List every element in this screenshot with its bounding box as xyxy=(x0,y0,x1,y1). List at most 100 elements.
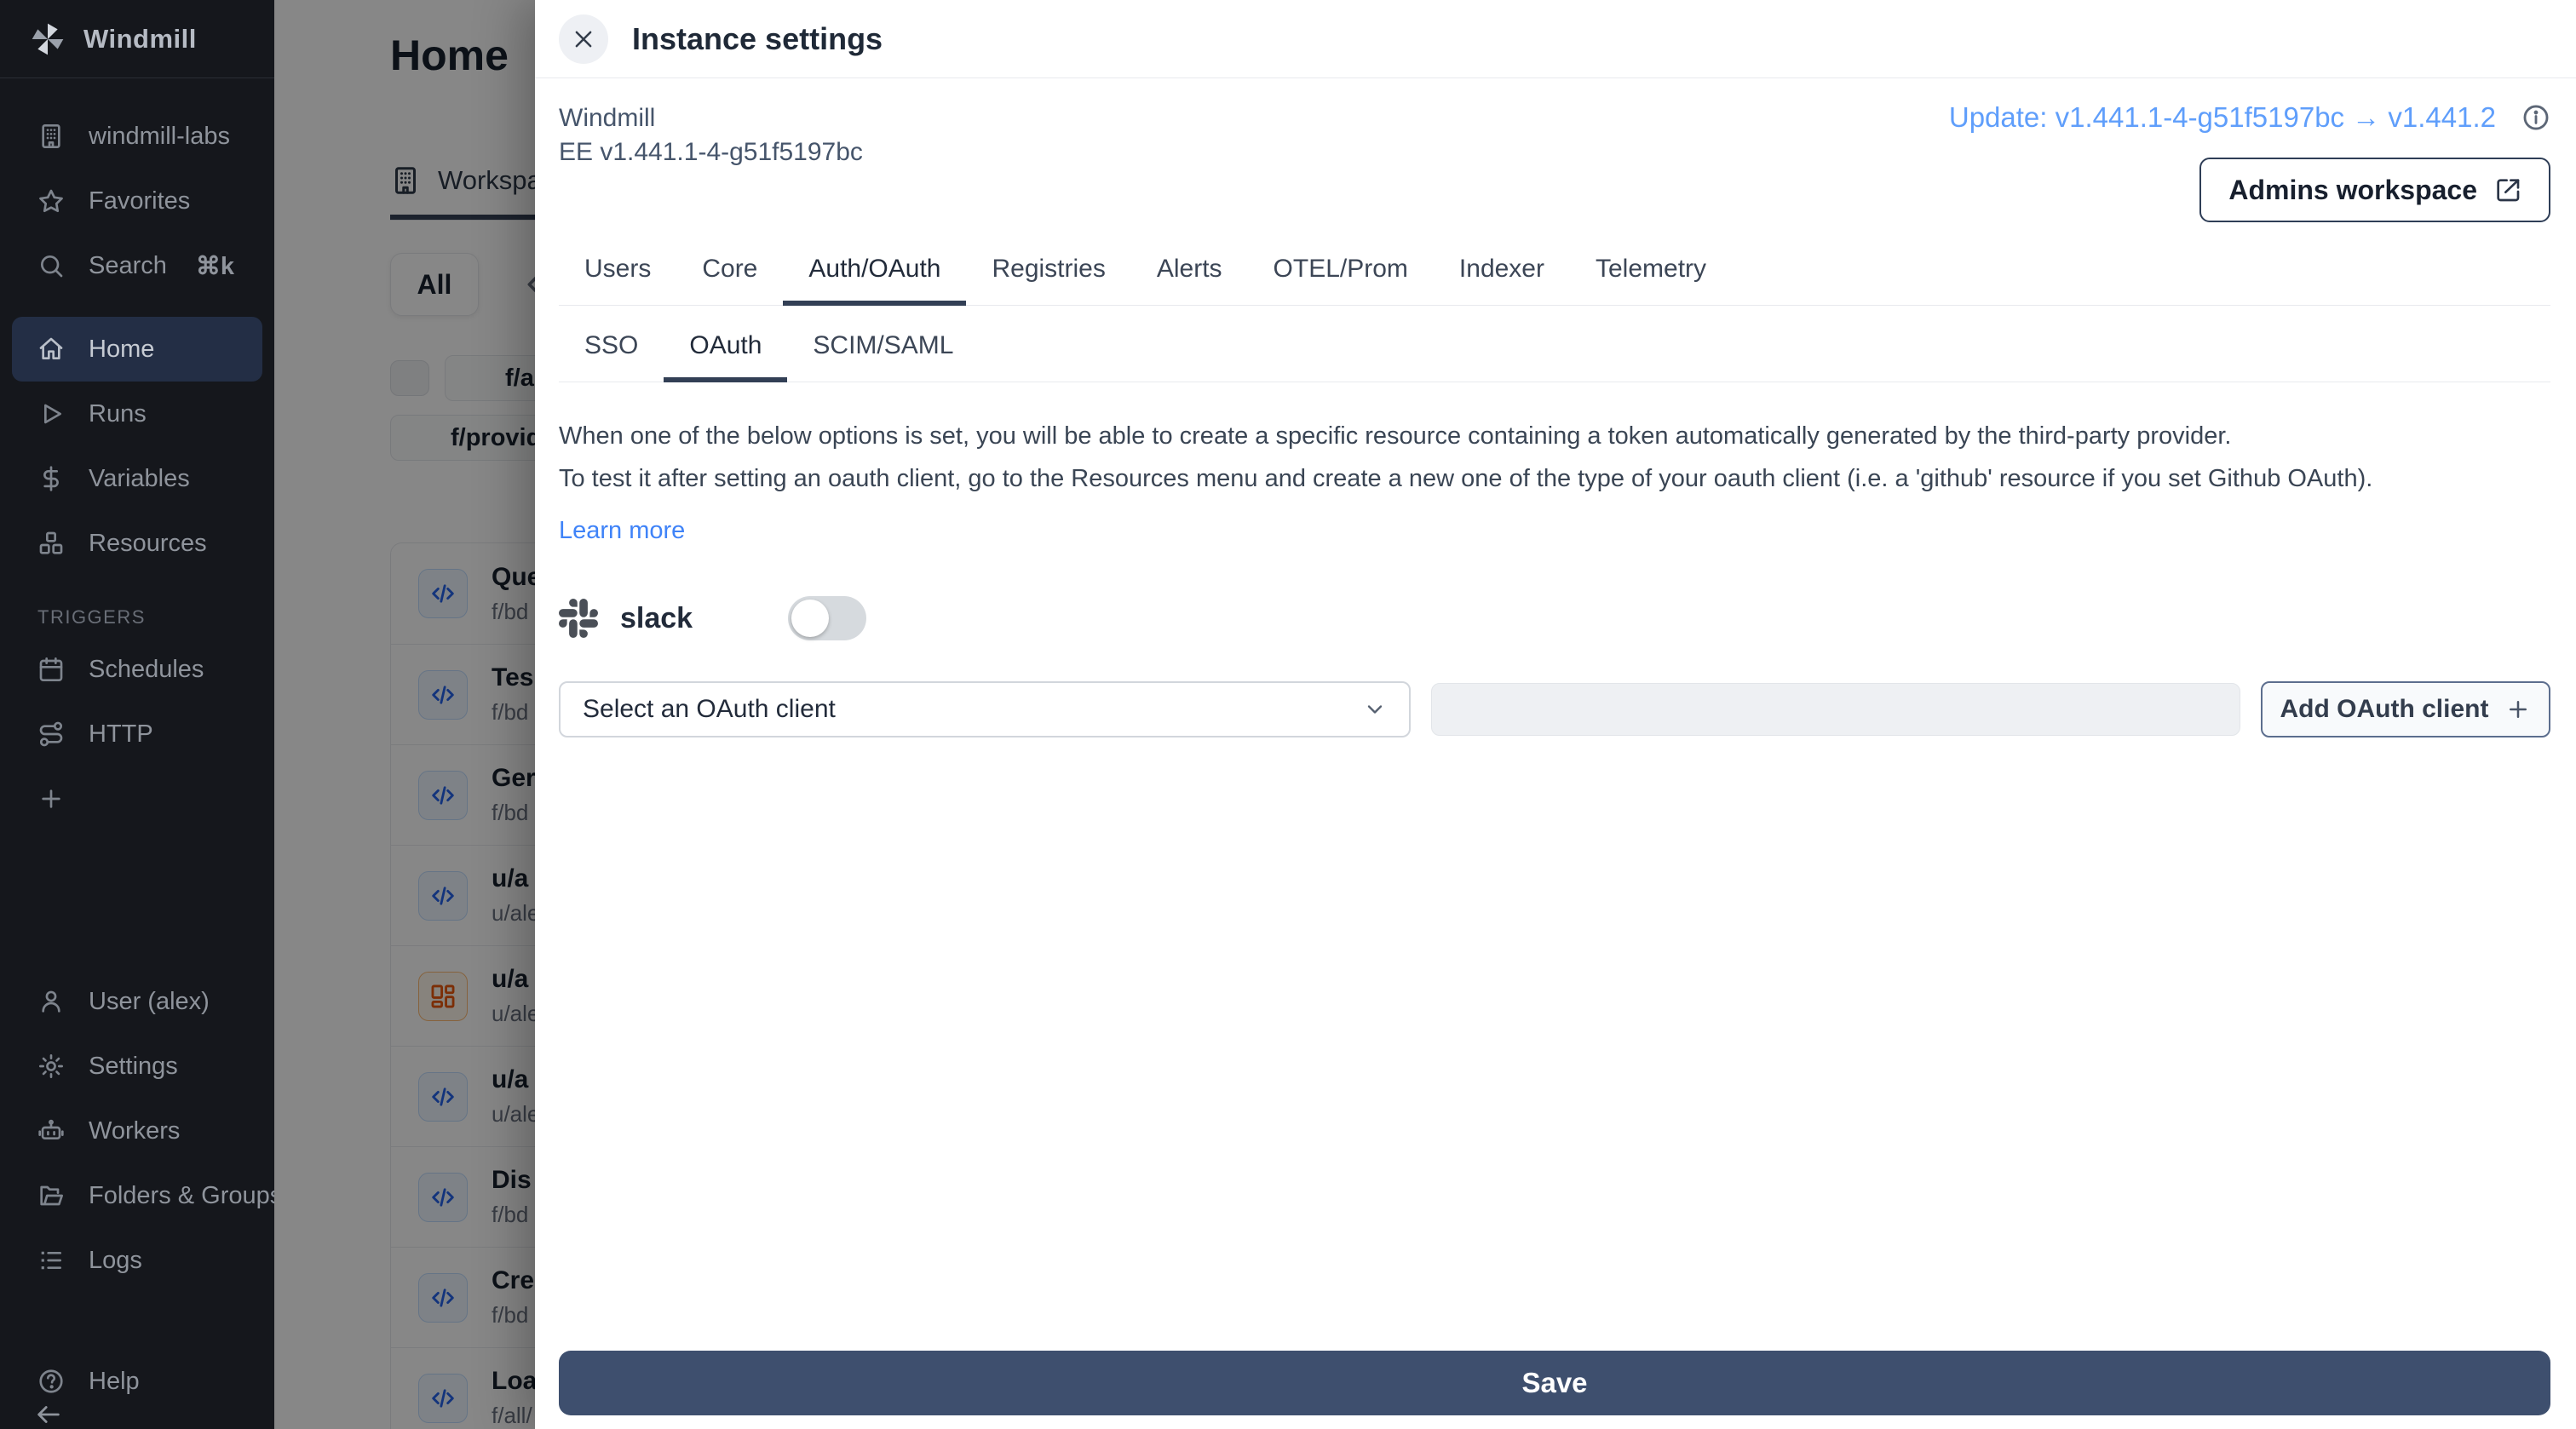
instance-version: EE v1.441.1-4-g51f5197bc xyxy=(559,138,863,166)
search-icon xyxy=(37,252,65,279)
sidebar-item-variables[interactable]: Variables xyxy=(0,446,274,511)
sidebar-item-http[interactable]: HTTP xyxy=(0,702,274,766)
runs-label: Runs xyxy=(89,399,147,428)
drawer-body: Windmill EE v1.441.1-4-g51f5197bc Update… xyxy=(535,79,2576,1429)
star-icon xyxy=(37,187,65,215)
folders-groups-label: Folders & Groups... xyxy=(89,1181,274,1209)
slack-icon xyxy=(559,599,598,638)
tab-otel-prom[interactable]: OTEL/Prom xyxy=(1248,255,1434,305)
update-link[interactable]: Update: v1.441.1-4-g51f5197bc → v1.441.2 xyxy=(1949,101,2496,134)
sidebar-item-home[interactable]: Home xyxy=(12,317,262,382)
external-link-icon xyxy=(2494,176,2521,204)
help-label: Help xyxy=(89,1367,140,1395)
tab-alerts[interactable]: Alerts xyxy=(1131,255,1248,305)
search-shortcut: ⌘k xyxy=(195,252,235,280)
plus-icon xyxy=(2505,697,2531,722)
sidebar-item-folders-groups[interactable]: Folders & Groups... xyxy=(0,1163,274,1228)
tab-registries[interactable]: Registries xyxy=(966,255,1130,305)
oauth-client-name-input[interactable] xyxy=(1431,683,2240,736)
oauth-client-select[interactable]: Select an OAuth client xyxy=(559,681,1411,737)
calendar-icon xyxy=(37,656,65,683)
tab-auth-oauth[interactable]: Auth/OAuth xyxy=(783,255,967,306)
play-icon xyxy=(37,400,65,428)
resources-label: Resources xyxy=(89,529,207,557)
sidebar-item-runs[interactable]: Runs xyxy=(0,382,274,446)
slack-row: slack xyxy=(559,596,2550,640)
settings-label: Settings xyxy=(89,1052,178,1080)
folder-open-icon xyxy=(37,1182,65,1209)
oauth-client-select-value: Select an OAuth client xyxy=(583,695,836,723)
home-label: Home xyxy=(89,335,155,363)
http-label: HTTP xyxy=(89,720,153,748)
dollar-icon xyxy=(37,465,65,492)
workers-label: Workers xyxy=(89,1116,181,1145)
oauth-description-line2: To test it after setting an oauth client… xyxy=(559,465,2373,492)
sidebar-item-help[interactable]: Help xyxy=(0,1356,274,1407)
sidebar-item-user[interactable]: User (alex) xyxy=(0,969,274,1034)
drawer-title: Instance settings xyxy=(632,20,883,56)
boxes-icon xyxy=(37,530,65,557)
workspace-name: windmill-labs xyxy=(89,122,230,150)
subtab-sso[interactable]: SSO xyxy=(559,331,664,382)
toggle-knob xyxy=(791,600,830,637)
sidebar-item-schedules[interactable]: Schedules xyxy=(0,637,274,702)
subtab-oauth[interactable]: OAuth xyxy=(664,331,788,382)
settings-tabbar: Users Core Auth/OAuth Registries Alerts … xyxy=(559,255,2550,306)
sidebar-item-workspace[interactable]: windmill-labs xyxy=(0,104,274,169)
sidebar-item-settings[interactable]: Settings xyxy=(0,1034,274,1099)
sidebar-item-logs[interactable]: Logs xyxy=(0,1228,274,1293)
oauth-description-line1: When one of the below options is set, yo… xyxy=(559,422,2232,450)
collapse-sidebar-icon[interactable] xyxy=(34,1400,63,1429)
variables-label: Variables xyxy=(89,464,190,492)
schedules-label: Schedules xyxy=(89,655,204,683)
tab-core[interactable]: Core xyxy=(676,255,783,305)
app-logo-title: Windmill xyxy=(83,23,197,54)
slack-toggle[interactable] xyxy=(788,596,867,640)
admins-workspace-button[interactable]: Admins workspace xyxy=(2199,158,2550,222)
instance-app-name: Windmill xyxy=(559,104,656,132)
sidebar-item-add-trigger[interactable] xyxy=(0,766,274,831)
user-label: User (alex) xyxy=(89,987,210,1015)
tab-indexer[interactable]: Indexer xyxy=(1434,255,1570,305)
tab-telemetry[interactable]: Telemetry xyxy=(1570,255,1732,305)
slack-label: slack xyxy=(620,601,693,634)
sidebar-item-search[interactable]: Search ⌘k xyxy=(0,233,274,298)
route-icon xyxy=(37,720,65,748)
sidebar-item-favorites[interactable]: Favorites xyxy=(0,169,274,233)
oauth-controls-row: Select an OAuth client Add OAuth client xyxy=(559,681,2550,737)
sidebar-item-resources[interactable]: Resources xyxy=(0,511,274,576)
subtab-scim-saml[interactable]: SCIM/SAML xyxy=(787,331,979,382)
version-block: Windmill EE v1.441.1-4-g51f5197bc xyxy=(559,101,863,169)
favorites-label: Favorites xyxy=(89,187,191,215)
search-label: Search xyxy=(89,251,167,279)
chevron-down-icon xyxy=(1363,697,1387,721)
sidebar: Windmill windmill-labs Favorites Search … xyxy=(0,0,274,1429)
instance-settings-drawer: Instance settings Windmill EE v1.441.1-4… xyxy=(535,0,2576,1429)
windmill-logo-icon xyxy=(31,22,65,56)
tab-users[interactable]: Users xyxy=(559,255,676,305)
oauth-description: When one of the below options is set, yo… xyxy=(559,422,2550,493)
building-icon xyxy=(37,123,65,150)
sidebar-bottom: User (alex) Settings Workers Folders & G… xyxy=(0,969,274,1429)
close-icon xyxy=(571,26,596,52)
list-icon xyxy=(37,1247,65,1274)
add-oauth-client-button[interactable]: Add OAuth client xyxy=(2261,681,2550,737)
triggers-section-label: TRIGGERS xyxy=(37,606,146,628)
home-icon xyxy=(37,336,65,363)
windmill-app: Windmill windmill-labs Favorites Search … xyxy=(0,0,2576,1429)
admins-workspace-label: Admins workspace xyxy=(2228,174,2477,205)
plus-icon xyxy=(37,785,65,812)
info-icon[interactable] xyxy=(2521,103,2550,132)
logo-row: Windmill xyxy=(0,0,274,78)
help-circle-icon xyxy=(37,1368,65,1395)
gear-icon xyxy=(37,1053,65,1080)
learn-more-link[interactable]: Learn more xyxy=(559,517,685,545)
close-button[interactable] xyxy=(559,14,608,64)
save-button[interactable]: Save xyxy=(559,1351,2550,1415)
add-oauth-client-label: Add OAuth client xyxy=(2280,695,2489,723)
logs-label: Logs xyxy=(89,1246,142,1274)
help-row: Help xyxy=(0,1356,274,1429)
auth-subtabbar: SSO OAuth SCIM/SAML xyxy=(559,331,2550,382)
user-icon xyxy=(37,988,65,1015)
sidebar-item-workers[interactable]: Workers xyxy=(0,1099,274,1163)
